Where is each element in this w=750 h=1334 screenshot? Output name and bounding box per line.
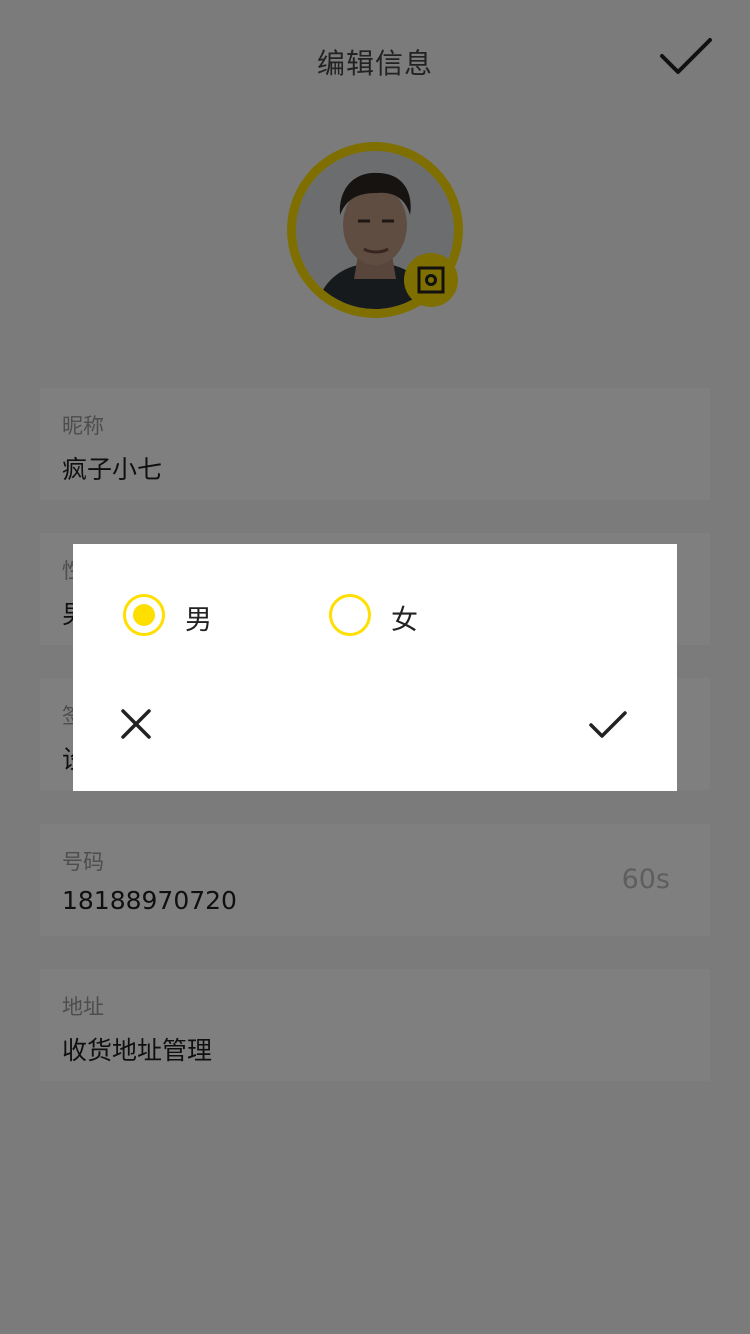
radio-dot	[133, 604, 155, 626]
gender-option-label: 女	[391, 605, 418, 636]
dialog-cancel-button[interactable]	[119, 707, 153, 741]
close-icon	[121, 709, 151, 739]
check-icon	[589, 711, 627, 738]
radio-selected	[123, 594, 165, 636]
radio-unselected	[329, 594, 371, 636]
dialog-confirm-button[interactable]	[588, 709, 628, 741]
gender-dialog: 男 女	[73, 544, 677, 791]
gender-option-label: 男	[185, 605, 212, 636]
